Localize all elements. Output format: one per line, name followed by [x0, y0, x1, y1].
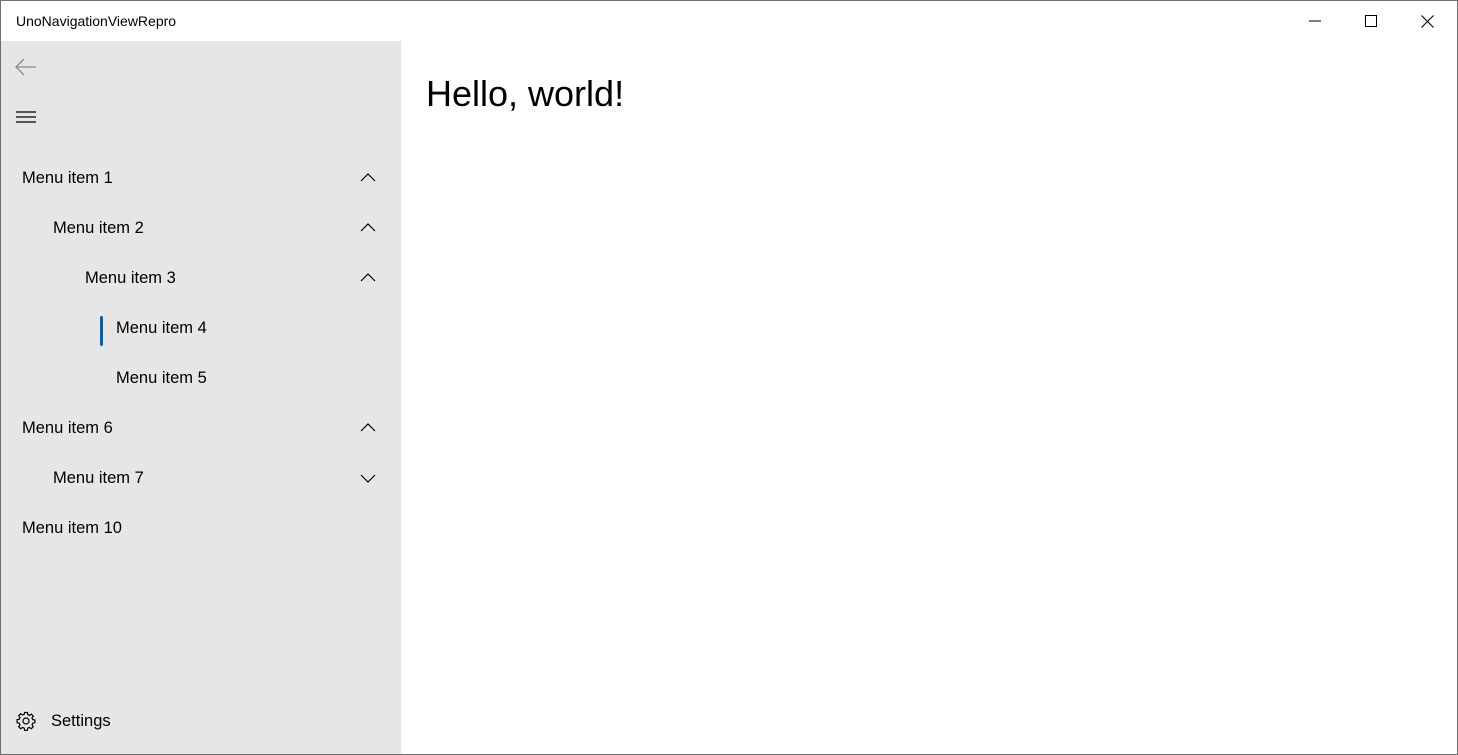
nav-item-label: Menu item 5 [116, 369, 207, 387]
nav-item-label: Menu item 2 [53, 219, 144, 237]
navigation-pane: Menu item 1 Menu item 2 Menu item 3 Menu… [1, 41, 401, 754]
nav-item-label: Menu item 3 [85, 269, 176, 287]
nav-item-label: Menu item 10 [22, 519, 122, 537]
maximize-icon [1365, 15, 1377, 27]
nav-item-menu-item-6[interactable]: Menu item 6 [1, 408, 401, 448]
window-title: UnoNavigationViewRepro [16, 13, 177, 29]
chevron-down-icon[interactable] [359, 470, 377, 486]
app-window: UnoNavigationViewRepro Menu item 1 Menu … [0, 0, 1458, 755]
nav-item-menu-item-1[interactable]: Menu item 1 [1, 158, 401, 198]
close-button[interactable] [1399, 1, 1455, 41]
maximize-button[interactable] [1343, 1, 1399, 41]
gear-icon [16, 711, 36, 731]
chevron-up-icon[interactable] [359, 420, 377, 436]
content-frame: Hello, world! [401, 41, 1457, 754]
back-button[interactable] [6, 47, 46, 87]
minimize-button[interactable] [1287, 1, 1343, 41]
title-bar[interactable]: UnoNavigationViewRepro [1, 1, 1457, 41]
chevron-up-icon[interactable] [359, 170, 377, 186]
settings-item[interactable]: Settings [1, 701, 401, 741]
pane-toggle-button[interactable] [6, 97, 46, 137]
page-heading: Hello, world! [426, 73, 625, 114]
hamburger-icon [16, 111, 36, 123]
nav-item-menu-item-10[interactable]: Menu item 10 [1, 508, 401, 548]
selection-indicator [100, 316, 103, 346]
minimize-icon [1309, 20, 1321, 22]
close-icon [1420, 14, 1434, 28]
nav-item-menu-item-4[interactable]: Menu item 4 [1, 308, 401, 348]
chevron-up-icon[interactable] [359, 270, 377, 286]
nav-item-menu-item-7[interactable]: Menu item 7 [1, 458, 401, 498]
settings-label: Settings [51, 712, 111, 730]
chevron-up-icon[interactable] [359, 220, 377, 236]
nav-item-menu-item-5[interactable]: Menu item 5 [1, 358, 401, 398]
nav-item-label: Menu item 4 [116, 319, 207, 337]
nav-item-label: Menu item 6 [22, 419, 113, 437]
back-arrow-icon [15, 58, 36, 76]
nav-item-menu-item-3[interactable]: Menu item 3 [1, 258, 401, 298]
nav-item-menu-item-2[interactable]: Menu item 2 [1, 208, 401, 248]
nav-item-label: Menu item 7 [53, 469, 144, 487]
nav-item-label: Menu item 1 [22, 169, 113, 187]
